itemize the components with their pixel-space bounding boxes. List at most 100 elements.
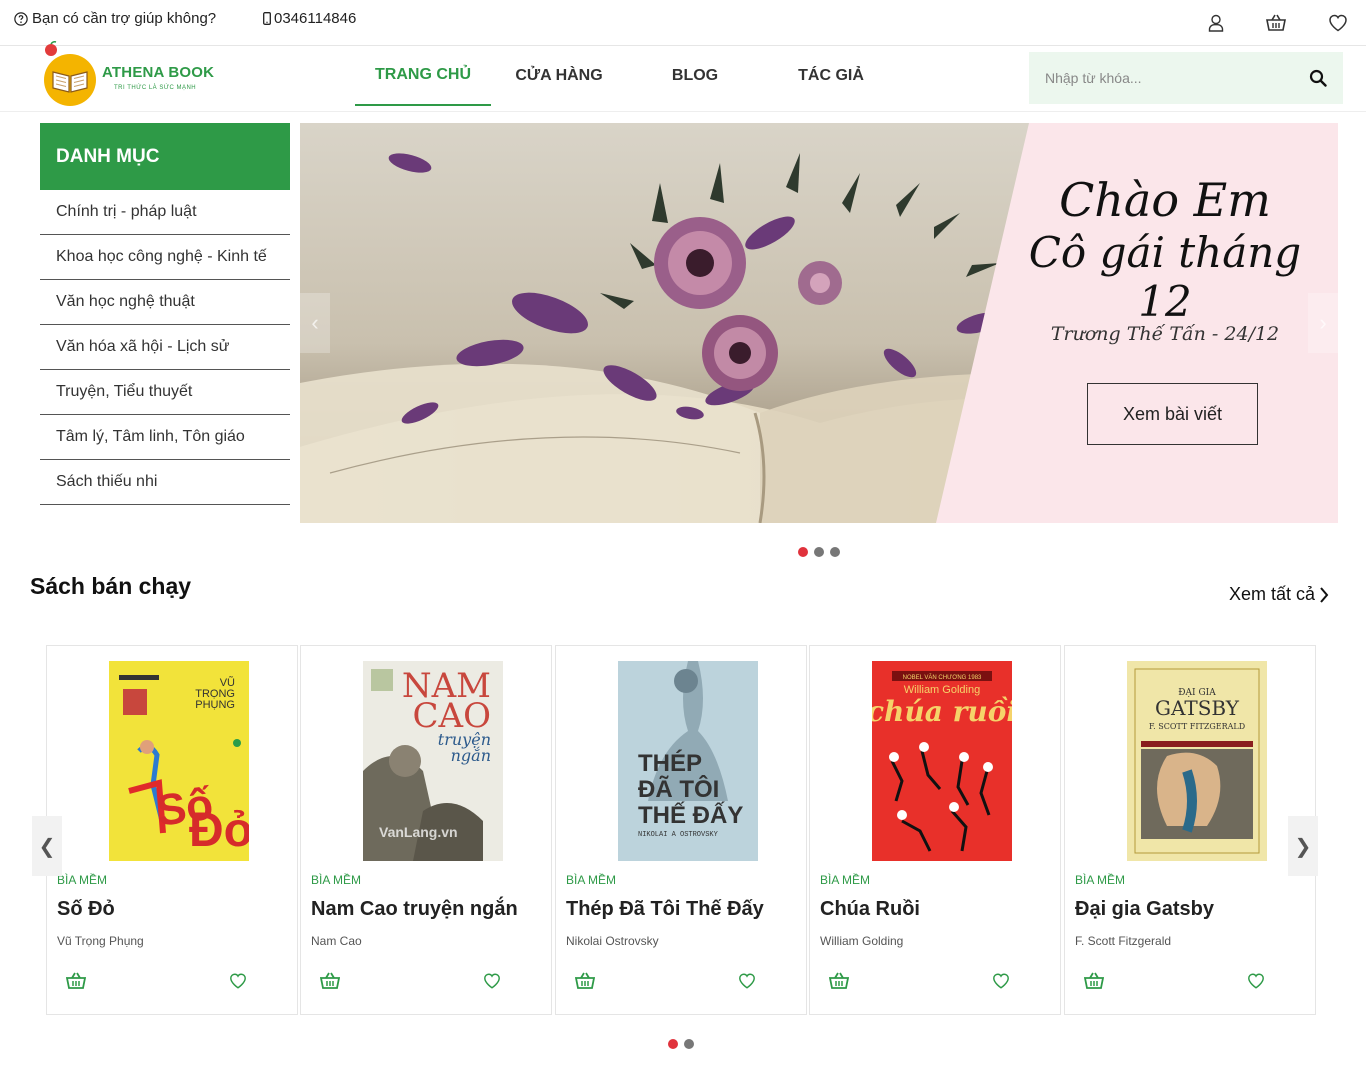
nav-home[interactable]: TRANG CHỦ: [355, 46, 491, 106]
product-author[interactable]: F. Scott Fitzgerald: [1075, 934, 1171, 948]
search-icon[interactable]: [1309, 69, 1327, 87]
svg-text:Đỏ: Đỏ: [189, 804, 249, 857]
category-sidebar: DANH MỤC Chính trị - pháp luật Khoa học …: [40, 123, 290, 505]
svg-text:PHỤNG: PHỤNG: [195, 699, 235, 711]
search-box: [1029, 52, 1343, 104]
svg-text:THẾ ĐẤY: THẾ ĐẤY: [638, 801, 743, 829]
product-author[interactable]: Vũ Trọng Phụng: [57, 934, 144, 948]
category-item[interactable]: Văn học nghệ thuật: [40, 280, 290, 325]
banner-title-line1: Chào Em: [1059, 173, 1271, 227]
cart-icon[interactable]: [1266, 13, 1286, 33]
banner-pagination: [798, 547, 840, 557]
product-card[interactable]: NOBEL VĂN CHƯƠNG 1983 William Golding ch…: [809, 645, 1061, 1015]
chevron-right-icon: ❯: [1294, 835, 1312, 858]
product-author[interactable]: Nikolai Ostrovsky: [566, 934, 659, 948]
product-format: BÌA MỀM: [57, 873, 108, 887]
user-icon[interactable]: [1206, 13, 1226, 33]
svg-text:chúa ruồi: chúa ruồi: [872, 695, 1012, 728]
product-format: BÌA MỀM: [566, 873, 617, 887]
logo-badge: [44, 54, 96, 106]
banner-subtitle: Trương Thế Tấn - 24/12: [1050, 323, 1280, 345]
view-all-link[interactable]: Xem tất cả: [1229, 584, 1329, 605]
phone-link[interactable]: 0346114846: [263, 10, 356, 27]
book-cover-nam-cao[interactable]: NAM CAO truyện ngắn VanLang.vn: [363, 661, 503, 861]
product-title[interactable]: Chúa Ruồi: [820, 898, 920, 921]
svg-text:NOBEL VĂN CHƯƠNG 1983: NOBEL VĂN CHƯƠNG 1983: [903, 674, 982, 681]
product-format: BÌA MỀM: [820, 873, 871, 887]
top-bar: Bạn có cần trợ giúp không? 0346114846: [0, 0, 1366, 46]
nav-authors[interactable]: TÁC GIẢ: [763, 46, 899, 106]
product-card[interactable]: ĐẠI GIA GATSBY F. SCOTT FITZGERALD BÌA M…: [1064, 645, 1316, 1015]
product-title[interactable]: Nam Cao truyện ngắn: [311, 898, 518, 921]
nav-store[interactable]: CỬA HÀNG: [491, 46, 627, 106]
heart-icon[interactable]: [1328, 13, 1348, 33]
add-to-cart-icon[interactable]: [1084, 972, 1104, 990]
logo-text: ATHENA BOOK: [102, 64, 215, 81]
banner-dot[interactable]: [798, 547, 808, 557]
products-prev-arrow[interactable]: ❮: [32, 816, 62, 876]
main-header: ATHENA BOOK TRI THỨC LÀ SỨC MẠNH TRANG C…: [0, 41, 1366, 112]
product-card[interactable]: VŨ TRỌNG PHỤNG Số Đỏ BÌA MỀM Số Đỏ Vũ Tr…: [46, 645, 298, 1015]
product-title[interactable]: Thép Đã Tôi Thế Đấy: [566, 898, 764, 921]
book-cover-gatsby[interactable]: ĐẠI GIA GATSBY F. SCOTT FITZGERALD: [1127, 661, 1267, 861]
wishlist-heart-icon[interactable]: [992, 972, 1010, 990]
chevron-left-icon: ❮: [38, 835, 56, 858]
book-cover-thep-da-toi[interactable]: THÉP ĐÃ TÔI THẾ ĐẤY NIKOLAI A OSTROVSKY: [618, 661, 758, 861]
open-book-icon: [52, 71, 88, 93]
product-title[interactable]: Số Đỏ: [57, 898, 115, 921]
wishlist-heart-icon[interactable]: [1247, 972, 1265, 990]
category-item[interactable]: Văn hóa xã hội - Lịch sử: [40, 325, 290, 370]
product-author[interactable]: William Golding: [820, 934, 903, 948]
product-format: BÌA MỀM: [1075, 873, 1126, 887]
add-to-cart-icon[interactable]: [575, 972, 595, 990]
banner-title-line2: Cô gái tháng 12: [1028, 228, 1302, 326]
svg-text:F. SCOTT FITZGERALD: F. SCOTT FITZGERALD: [1149, 722, 1245, 731]
site-logo[interactable]: ATHENA BOOK TRI THỨC LÀ SỨC MẠNH: [40, 41, 244, 108]
logo-tagline: TRI THỨC LÀ SỨC MẠNH: [114, 85, 197, 91]
category-item[interactable]: Chính trị - pháp luật: [40, 190, 290, 235]
view-all-label: Xem tất cả: [1229, 584, 1316, 604]
product-format: BÌA MỀM: [311, 873, 362, 887]
products-dot[interactable]: [668, 1039, 678, 1049]
svg-text:NIKOLAI A OSTROVSKY: NIKOLAI A OSTROVSKY: [638, 831, 719, 839]
help-link[interactable]: Bạn có cần trợ giúp không?: [14, 10, 216, 27]
product-title[interactable]: Đại gia Gatsby: [1075, 898, 1214, 921]
svg-text:ĐÃ TÔI: ĐÃ TÔI: [638, 775, 719, 803]
add-to-cart-icon[interactable]: [320, 972, 340, 990]
banner-dot[interactable]: [830, 547, 840, 557]
svg-text:THÉP: THÉP: [638, 749, 702, 777]
banner-prev-arrow[interactable]: ‹: [300, 293, 330, 353]
wishlist-heart-icon[interactable]: [483, 972, 501, 990]
mobile-phone-icon: [263, 12, 271, 25]
products-next-arrow[interactable]: ❯: [1288, 816, 1318, 876]
category-item[interactable]: Tâm lý, Tâm linh, Tôn giáo: [40, 415, 290, 460]
svg-text:ngắn: ngắn: [451, 746, 491, 765]
chevron-right-icon: [1320, 586, 1329, 603]
wishlist-heart-icon[interactable]: [229, 972, 247, 990]
add-to-cart-icon[interactable]: [66, 972, 86, 990]
book-cover-so-do[interactable]: VŨ TRỌNG PHỤNG Số Đỏ: [109, 661, 249, 861]
add-to-cart-icon[interactable]: [829, 972, 849, 990]
read-article-button[interactable]: Xem bài viết: [1087, 383, 1258, 445]
product-card[interactable]: NAM CAO truyện ngắn VanLang.vn BÌA MỀM N…: [300, 645, 552, 1015]
product-card[interactable]: THÉP ĐÃ TÔI THẾ ĐẤY NIKOLAI A OSTROVSKY …: [555, 645, 807, 1015]
banner-next-arrow[interactable]: ›: [1308, 293, 1338, 353]
search-input[interactable]: [1029, 52, 1299, 104]
category-item[interactable]: Truyện, Tiểu thuyết: [40, 370, 290, 415]
hero-banner: Chào Em Cô gái tháng 12 Trương Thế Tấn -…: [300, 123, 1338, 523]
category-item[interactable]: Sách thiếu nhi: [40, 460, 290, 505]
banner-dot[interactable]: [814, 547, 824, 557]
chevron-left-icon: ‹: [311, 310, 319, 335]
category-title: DANH MỤC: [40, 123, 290, 190]
nav-blog[interactable]: BLOG: [627, 46, 763, 106]
phone-number: 0346114846: [274, 10, 357, 27]
svg-text:GATSBY: GATSBY: [1155, 696, 1240, 720]
bestsellers-title: Sách bán chạy: [30, 573, 192, 599]
book-cover-chua-ruoi[interactable]: NOBEL VĂN CHƯƠNG 1983 William Golding ch…: [872, 661, 1012, 861]
chevron-right-icon: ›: [1319, 310, 1327, 335]
svg-text:VanLang.vn: VanLang.vn: [379, 824, 458, 840]
wishlist-heart-icon[interactable]: [738, 972, 756, 990]
category-item[interactable]: Khoa học công nghệ - Kinh tế: [40, 235, 290, 280]
products-dot[interactable]: [684, 1039, 694, 1049]
product-author[interactable]: Nam Cao: [311, 934, 362, 948]
